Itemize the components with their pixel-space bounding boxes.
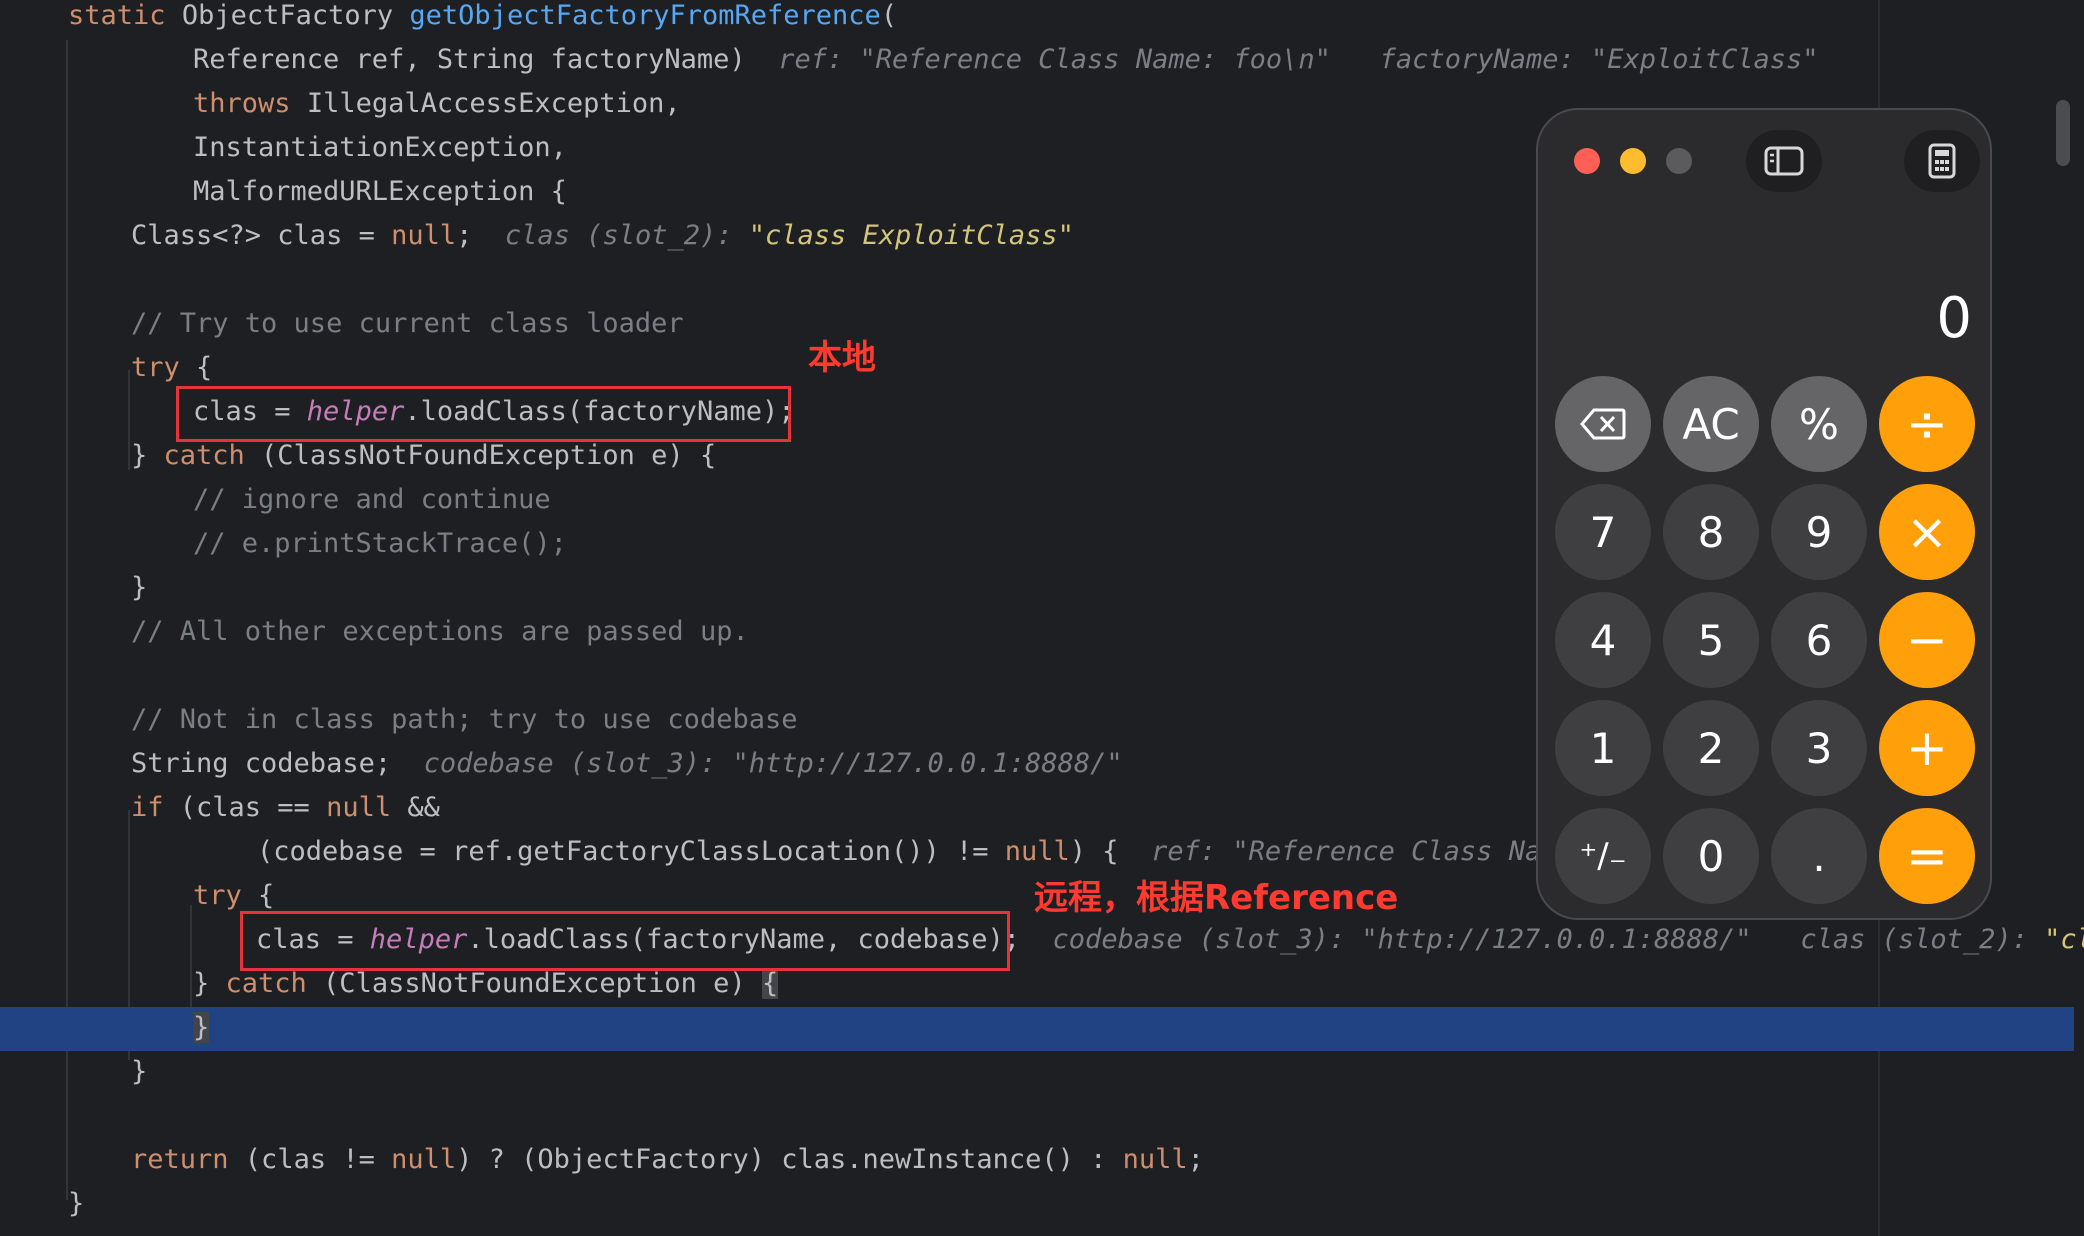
minimize-button[interactable]	[1620, 148, 1646, 174]
zoom-button[interactable]	[1666, 148, 1692, 174]
inline-hint: clas (slot_2):	[504, 220, 749, 251]
code-line-6[interactable]: Class<?> clas = null; clas (slot_2): "cl…	[131, 214, 1074, 258]
code-line-24[interactable]: }	[193, 1006, 210, 1050]
backspace-icon	[1580, 408, 1626, 440]
inline-hint: factoryName: "ExploitClass"	[1379, 44, 1819, 75]
backspace-button[interactable]	[1555, 376, 1651, 472]
code-line-1[interactable]: static ObjectFactory getObjectFactoryFro…	[68, 0, 897, 38]
code-line-13[interactable]: // e.printStackTrace();	[193, 522, 567, 566]
annotation-remote: 远程，根据Reference	[1034, 878, 1399, 918]
code-line-18[interactable]: String codebase; codebase (slot_3): "htt…	[131, 742, 1123, 786]
code-line-27[interactable]: return (clas != null) ? (ObjectFactory) …	[131, 1138, 1204, 1182]
calculator-display: 0	[1936, 286, 1972, 351]
inline-hint: codebase (slot_3): "http://127.0.0.1:888…	[1052, 924, 1752, 955]
code-line-20[interactable]: (codebase = ref.getFactoryClassLocation(…	[257, 830, 1590, 874]
digit-5-button[interactable]: 5	[1663, 592, 1759, 688]
matched-brace: }	[193, 1012, 210, 1043]
percent-button[interactable]: %	[1771, 376, 1867, 472]
subtract-button[interactable]: −	[1879, 592, 1975, 688]
all-clear-button[interactable]: AC	[1663, 376, 1759, 472]
multiply-button[interactable]: ×	[1879, 484, 1975, 580]
digit-2-button[interactable]: 2	[1663, 700, 1759, 796]
code-line-15[interactable]: // All other exceptions are passed up.	[131, 610, 749, 654]
calculator-mode-button[interactable]	[1904, 130, 1980, 192]
close-button[interactable]	[1574, 148, 1600, 174]
matched-brace: {	[761, 968, 779, 999]
digit-4-button[interactable]: 4	[1555, 592, 1651, 688]
code-line-12[interactable]: // ignore and continue	[193, 478, 551, 522]
digit-1-button[interactable]: 1	[1555, 700, 1651, 796]
digit-3-button[interactable]: 3	[1771, 700, 1867, 796]
code-line-9[interactable]: try {	[131, 346, 212, 390]
divide-button[interactable]: ÷	[1879, 376, 1975, 472]
code-line-3[interactable]: throws IllegalAccessException,	[193, 82, 681, 126]
code-line-28[interactable]: }	[68, 1182, 84, 1226]
decimal-button[interactable]: .	[1771, 808, 1867, 904]
code-line-25[interactable]: }	[131, 1050, 147, 1094]
code-line-8[interactable]: // Try to use current class loader	[131, 302, 684, 346]
digit-8-button[interactable]: 8	[1663, 484, 1759, 580]
code-line-14[interactable]: }	[131, 566, 147, 610]
current-line-highlight	[0, 1007, 2074, 1051]
digit-6-button[interactable]: 6	[1771, 592, 1867, 688]
indent-guide	[190, 905, 192, 1015]
code-line-5[interactable]: MalformedURLException {	[193, 170, 567, 214]
code-line-4[interactable]: InstantiationException,	[193, 126, 567, 170]
digit-7-button[interactable]: 7	[1555, 484, 1651, 580]
scrollbar[interactable]	[2056, 100, 2070, 166]
indent-guide	[128, 370, 130, 470]
digit-9-button[interactable]: 9	[1771, 484, 1867, 580]
digit-0-button[interactable]: 0	[1663, 808, 1759, 904]
annotation-local: 本地	[808, 338, 876, 378]
equals-button[interactable]: =	[1879, 808, 1975, 904]
sign-toggle-button[interactable]: ⁺∕₋	[1555, 808, 1651, 904]
code-line-17[interactable]: // Not in class path; try to use codebas…	[131, 698, 797, 742]
inline-hint: ref: "Reference Class Name: foo\n"	[778, 44, 1331, 75]
code-line-19[interactable]: if (clas == null &&	[131, 786, 440, 830]
sidebar-toggle-button[interactable]	[1746, 130, 1822, 192]
inline-hint: ref: "Reference Class Name:	[1151, 836, 1590, 867]
add-button[interactable]: +	[1879, 700, 1975, 796]
remote-load-highlight-box	[240, 911, 1010, 971]
calculator-window[interactable]: 0 AC % ÷ 7 8 9 × 4 5 6 − 1 2 3 + ⁺∕₋ 0 .…	[1536, 108, 1992, 920]
calculator-icon	[1928, 143, 1956, 179]
sidebar-icon	[1764, 146, 1804, 176]
code-line-2[interactable]: Reference ref, String factoryName) ref: …	[193, 38, 1819, 82]
inline-hint: clas (slot_2):	[1800, 924, 2045, 955]
local-load-highlight-box	[176, 386, 791, 442]
inline-hint: codebase (slot_3): "http://127.0.0.1:888…	[423, 748, 1123, 779]
